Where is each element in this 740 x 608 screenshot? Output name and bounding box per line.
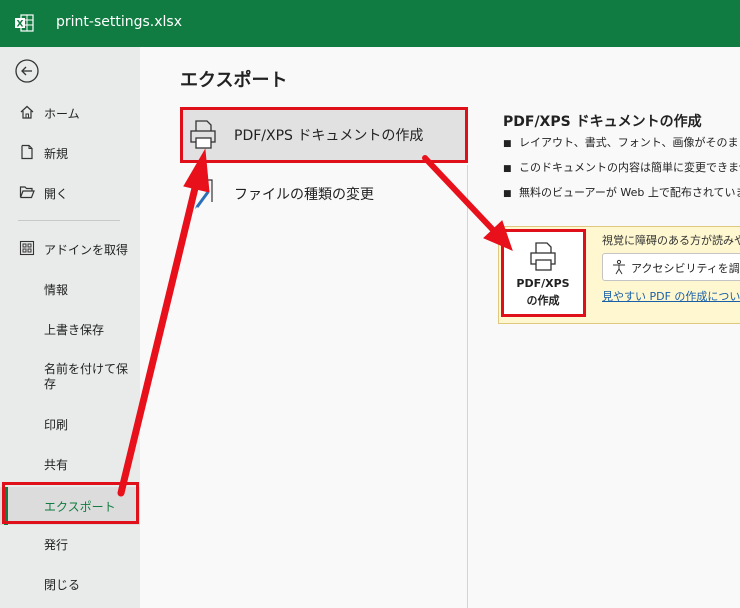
file-change-icon xyxy=(195,179,213,209)
sidebar-item-label: 新規 xyxy=(44,147,69,161)
list-item: ■ 無料のビューアーが Web 上で配布されています xyxy=(503,186,740,199)
svg-text:X: X xyxy=(17,20,24,30)
column-divider xyxy=(467,165,468,608)
list-item: ■レイアウト、書式、フォント、画像がそのまま維持 xyxy=(503,136,740,149)
highlight-button-box xyxy=(501,229,586,317)
sidebar-item-close[interactable]: 閉じる xyxy=(0,565,140,603)
list-item: ■ このドキュメントの内容は簡単に変更できません xyxy=(503,161,740,174)
callout-text: 視覚に障碍のある方が読みや xyxy=(602,234,740,247)
sidebar-item-save-as[interactable]: 名前を付けて保存 xyxy=(0,360,140,398)
sidebar-item-label: 閉じる xyxy=(44,578,81,592)
sidebar-item-label: 上書き保存 xyxy=(44,323,105,337)
accessible-pdf-link[interactable]: 見やすい PDF の作成につい xyxy=(602,288,740,304)
accessibility-icon xyxy=(613,259,625,275)
home-icon xyxy=(20,105,34,119)
excel-icon: X xyxy=(15,14,34,32)
sidebar-item-label: 共有 xyxy=(44,458,69,472)
option-change-file-type[interactable]: ファイルの種類の変更 xyxy=(182,167,466,221)
highlight-export-box xyxy=(2,482,139,524)
sidebar-item-home[interactable]: ホーム xyxy=(0,94,140,132)
check-accessibility-button[interactable]: アクセシビリティを調べ xyxy=(602,253,740,281)
sidebar-item-label: 印刷 xyxy=(44,418,69,432)
file-name: print-settings.xlsx xyxy=(56,14,182,30)
sidebar-item-label: アドインを取得 xyxy=(44,243,129,257)
highlight-option-box xyxy=(180,107,468,163)
sidebar-item-label: 情報 xyxy=(44,283,69,297)
feature-list: ■レイアウト、書式、フォント、画像がそのまま維持 ■このドキュメントの内容は簡単… xyxy=(503,134,740,209)
sidebar-item-publish[interactable]: 発行 xyxy=(0,525,140,563)
sidebar-item-label: 発行 xyxy=(44,538,69,552)
title-bar: X print-settings.xlsx xyxy=(0,0,740,47)
new-document-icon xyxy=(21,144,33,160)
sidebar-item-share[interactable]: 共有 xyxy=(0,445,140,483)
sidebar-item-open[interactable]: 開く xyxy=(0,174,140,212)
sidebar-item-info[interactable]: 情報 xyxy=(0,270,140,308)
sidebar-item-label: 開く xyxy=(44,187,69,201)
sidebar-item-print[interactable]: 印刷 xyxy=(0,405,140,443)
sidebar-item-label: 名前を付けて保存 xyxy=(44,362,129,391)
folder-open-icon xyxy=(19,186,35,199)
sidebar-item-new[interactable]: 新規 xyxy=(0,134,140,172)
addins-grid-icon xyxy=(19,240,35,256)
sidebar-item-save[interactable]: 上書き保存 xyxy=(0,310,140,348)
back-arrow-icon[interactable] xyxy=(14,58,40,84)
sidebar-item-label: ホーム xyxy=(44,107,80,121)
page-title: エクスポート xyxy=(180,70,288,91)
option-label: ファイルの種類の変更 xyxy=(234,187,374,203)
button-label: アクセシビリティを調べ xyxy=(631,262,740,275)
sidebar-item-get-addins[interactable]: アドインを取得 xyxy=(0,230,140,268)
sidebar-divider xyxy=(18,220,120,221)
detail-title: PDF/XPS ドキュメントの作成 xyxy=(503,114,702,130)
